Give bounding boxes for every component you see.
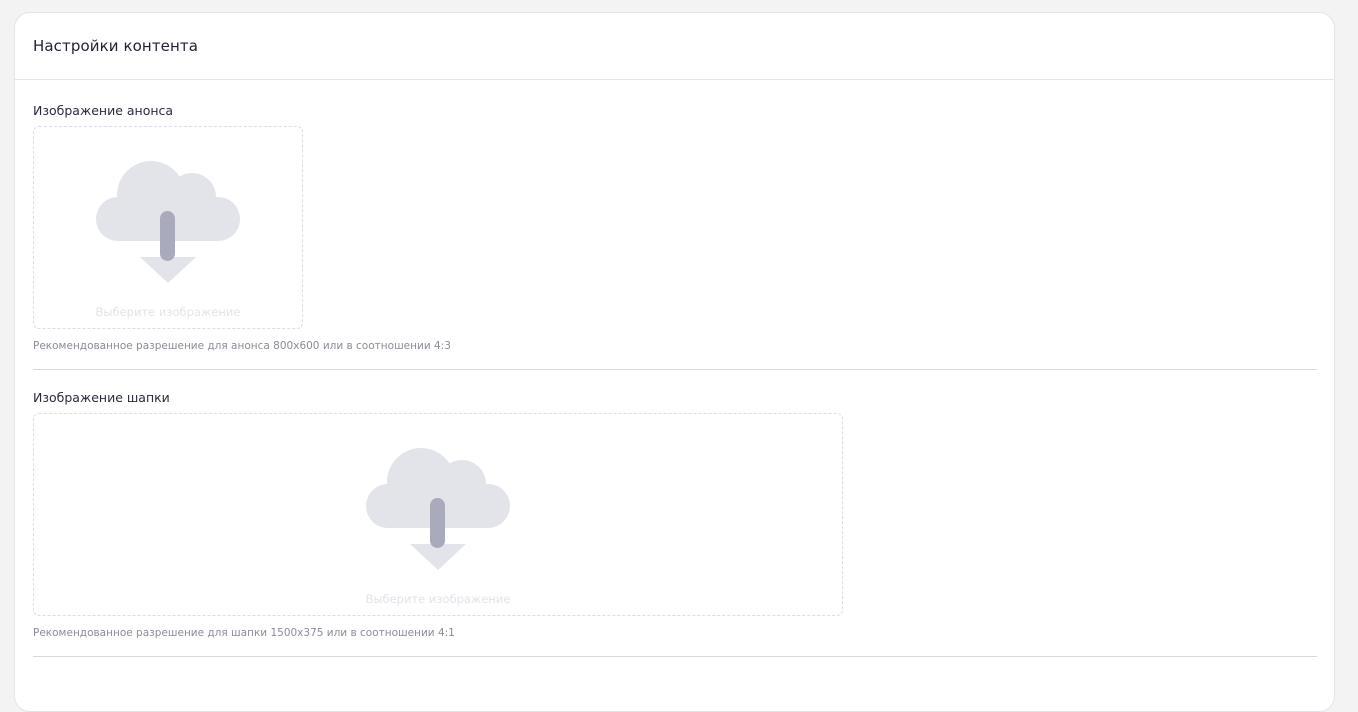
card-title: Настройки контента <box>33 37 199 55</box>
header-image-section: Изображение шапки Выберите изображение Р… <box>33 370 1317 657</box>
header-image-label: Изображение шапки <box>33 390 170 405</box>
announce-image-hint: Рекомендованное разрешение для анонса 80… <box>33 340 451 352</box>
cloud-download-icon <box>96 161 240 283</box>
header-dropzone-text: Выберите изображение <box>365 592 511 606</box>
header-image-dropzone[interactable]: Выберите изображение <box>33 413 843 616</box>
announce-image-dropzone[interactable]: Выберите изображение <box>33 126 303 329</box>
card-body: Изображение анонса Выберите изображение … <box>15 80 1334 657</box>
card-header: Настройки контента <box>15 13 1334 80</box>
announce-image-section: Изображение анонса Выберите изображение … <box>33 80 1317 370</box>
announce-image-label: Изображение анонса <box>33 103 174 118</box>
cloud-download-icon <box>366 448 510 570</box>
header-image-hint: Рекомендованное разрешение для шапки 150… <box>33 627 455 639</box>
section-divider <box>33 656 1317 657</box>
content-settings-card: Настройки контента Изображение анонса Вы… <box>14 12 1335 712</box>
announce-dropzone-text: Выберите изображение <box>95 305 241 319</box>
